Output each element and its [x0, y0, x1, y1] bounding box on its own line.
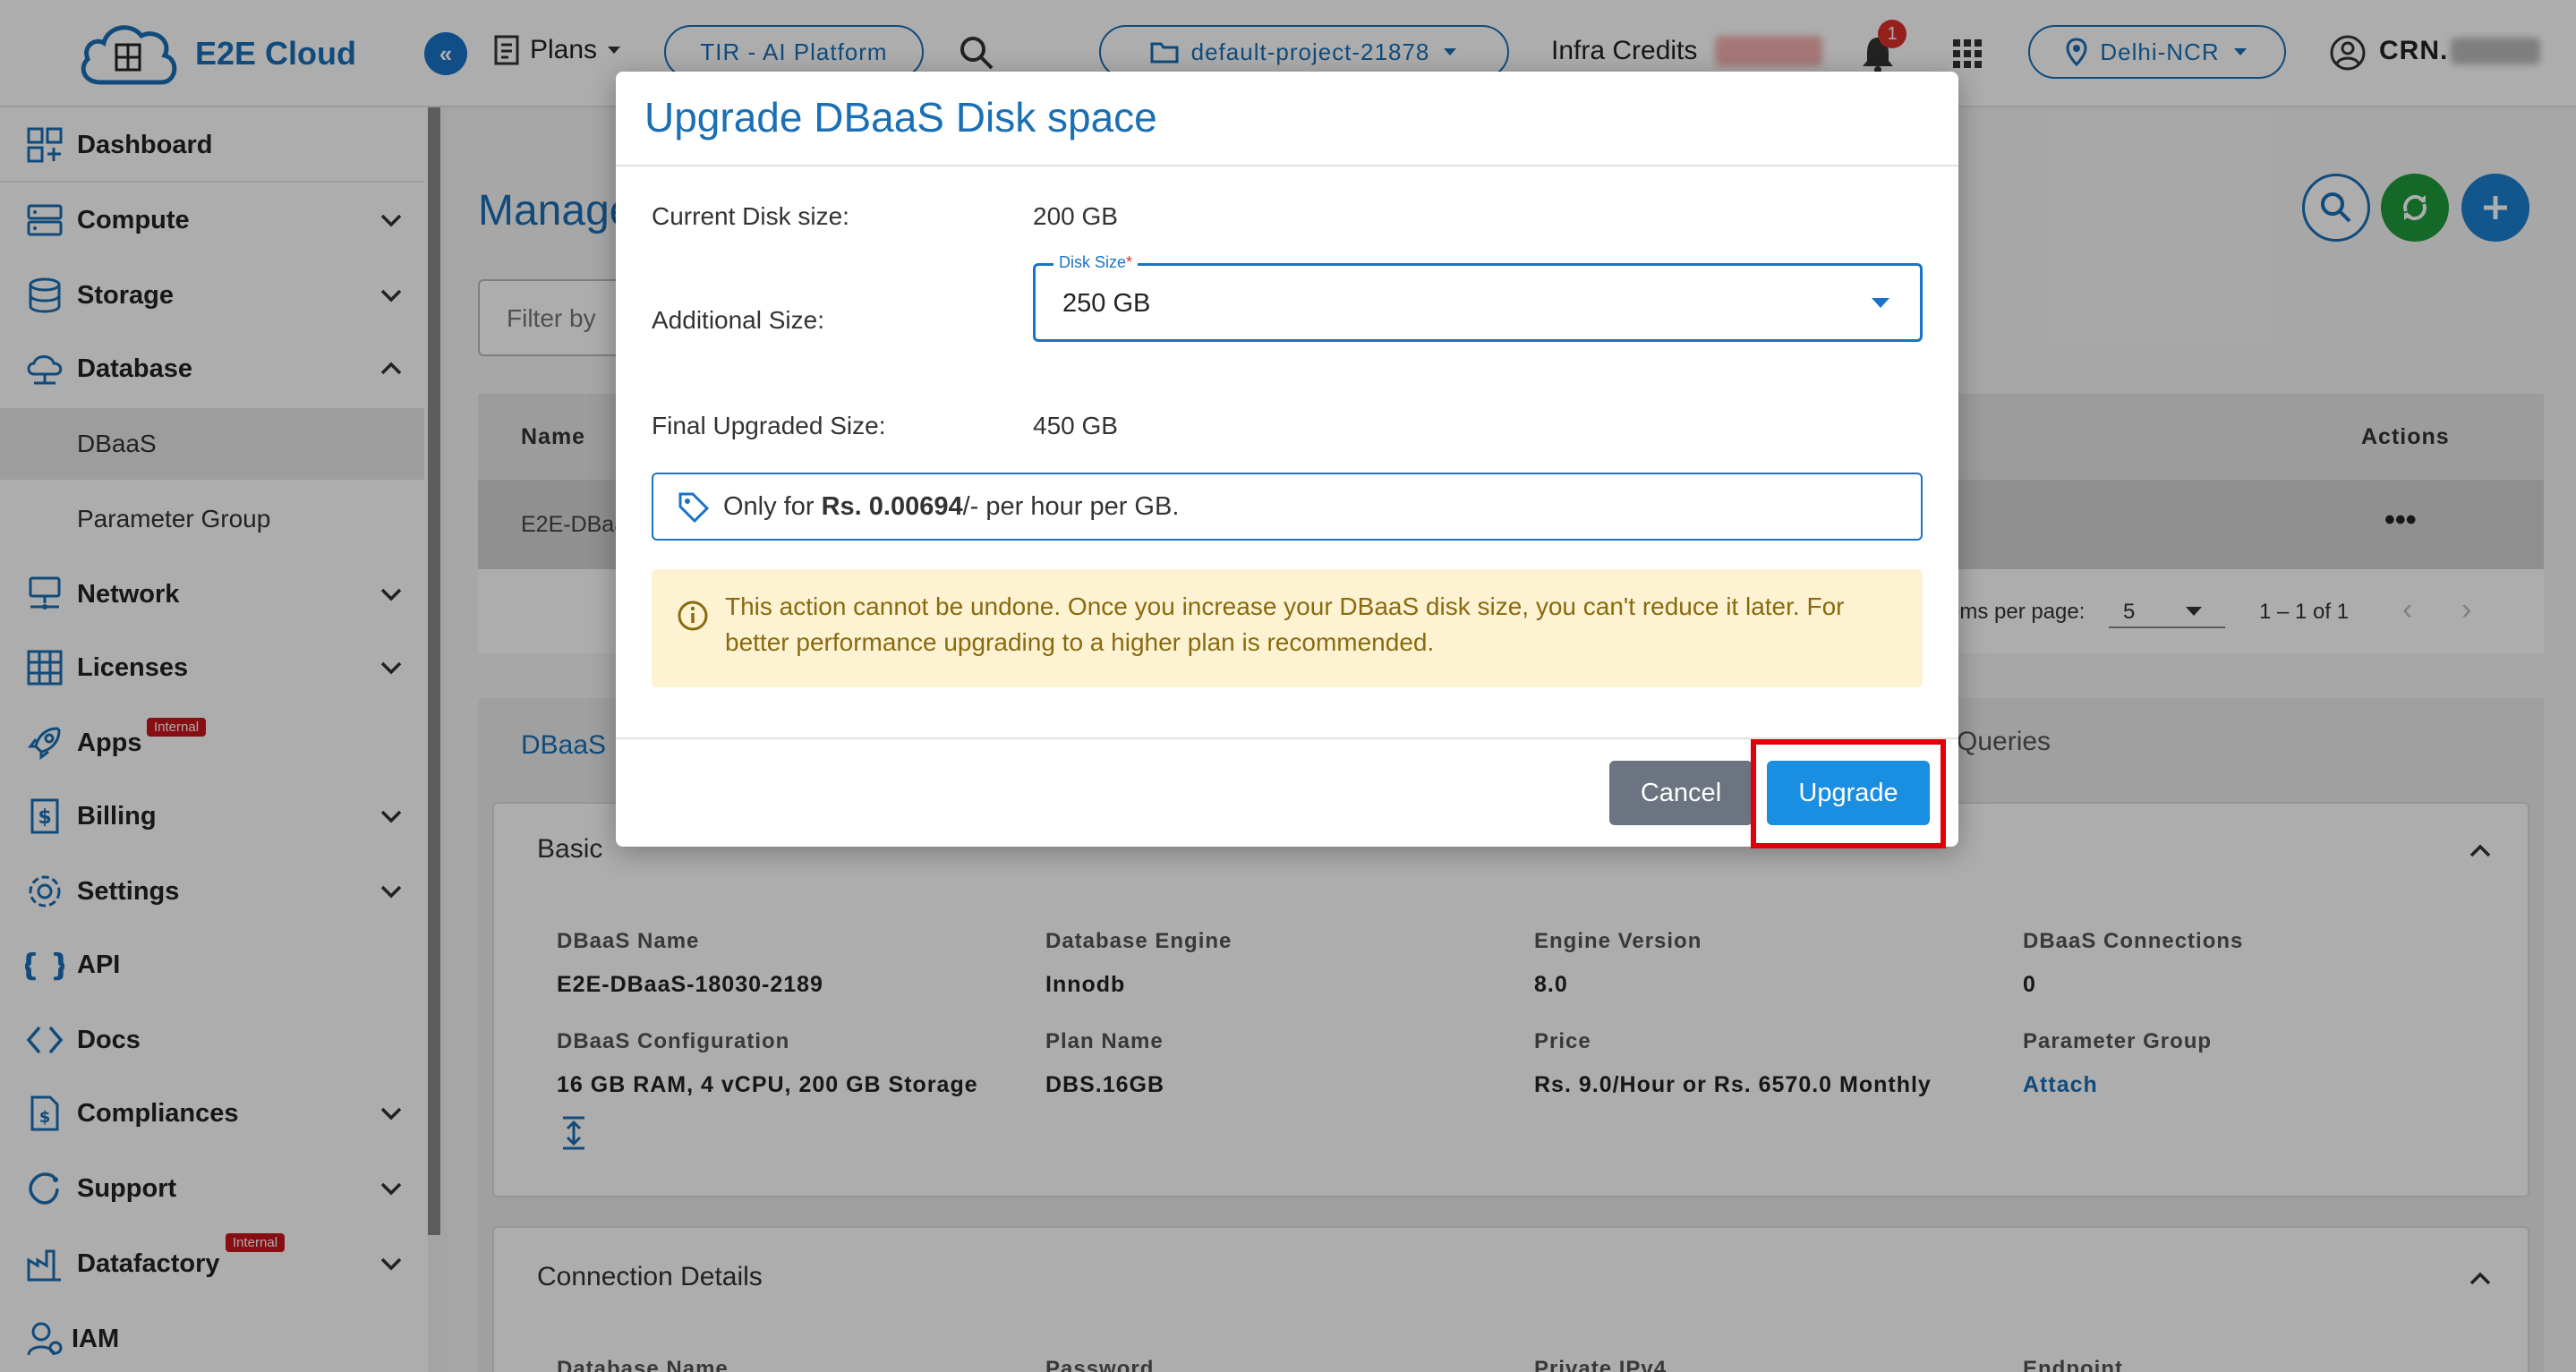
additional-size-label: Additional Size:	[652, 306, 825, 334]
current-disk-size-value: 200 GB	[1033, 202, 1118, 230]
disk-size-legend: Disk Size*	[1053, 253, 1139, 272]
price-tag-icon	[678, 492, 710, 524]
disk-size-value: 250 GB	[1062, 289, 1151, 318]
caret-down-icon	[1872, 298, 1889, 308]
current-disk-size-label: Current Disk size:	[652, 202, 849, 230]
disk-size-legend-text: Disk Size	[1059, 253, 1127, 271]
divider	[616, 165, 1958, 166]
upgrade-button-highlight	[1751, 739, 1946, 848]
upgrade-disk-dialog: Upgrade DBaaS Disk space Current Disk si…	[616, 72, 1958, 847]
warning-box: This action cannot be undone. Once you i…	[652, 569, 1923, 687]
final-size-label: Final Upgraded Size:	[652, 412, 886, 439]
disk-size-select[interactable]: Disk Size* 250 GB	[1033, 253, 1923, 342]
price-amount: Rs. 0.00694	[821, 492, 963, 521]
price-info-box: Only for Rs. 0.00694/- per hour per GB.	[652, 473, 1923, 541]
warning-text: This action cannot be undone. Once you i…	[725, 592, 1845, 656]
price-prefix: Only for	[723, 492, 822, 521]
final-size-value: 450 GB	[1033, 412, 1118, 439]
price-suffix: /- per hour per GB.	[962, 492, 1180, 521]
dialog-title: Upgrade DBaaS Disk space	[644, 94, 1157, 141]
price-text: Only for Rs. 0.00694/- per hour per GB.	[723, 492, 1179, 522]
info-icon	[678, 601, 708, 631]
cancel-button[interactable]: Cancel	[1609, 761, 1753, 825]
